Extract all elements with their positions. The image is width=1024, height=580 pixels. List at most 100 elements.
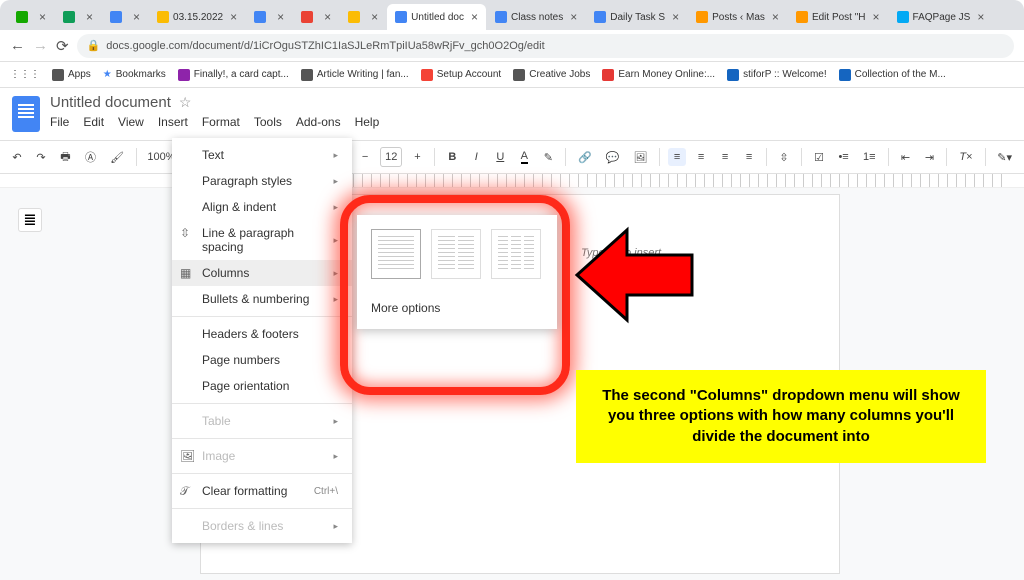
checklist-button[interactable]: ☑ xyxy=(810,148,828,167)
align-right-button[interactable]: ≡ xyxy=(716,148,734,166)
bookmark-item[interactable]: Earn Money Online:... xyxy=(602,69,715,81)
bookmark-item[interactable]: Article Writing | fan... xyxy=(301,69,409,81)
url-input[interactable]: 🔒 docs.google.com/document/d/1iCrOguSTZh… xyxy=(77,34,1014,58)
print-button[interactable]: 🖶 xyxy=(56,145,75,170)
star-icon[interactable]: ☆ xyxy=(179,94,192,111)
clear-format-button[interactable]: T× xyxy=(955,148,976,166)
font-size-dec[interactable]: − xyxy=(356,148,374,166)
line-spacing-button[interactable]: ⇳ xyxy=(775,148,793,167)
underline-button[interactable]: U xyxy=(491,148,509,166)
menu-page-orientation[interactable]: Page orientation xyxy=(172,373,352,399)
forward-button[interactable]: → xyxy=(33,37,48,54)
browser-tab[interactable]: × xyxy=(55,4,101,30)
back-button[interactable]: ← xyxy=(10,37,25,54)
bookmark-item[interactable]: Creative Jobs xyxy=(513,69,590,81)
bold-button[interactable]: B xyxy=(443,148,461,166)
browser-tab[interactable]: × xyxy=(8,4,54,30)
close-tab-icon[interactable]: × xyxy=(133,10,140,24)
menu-help[interactable]: Help xyxy=(355,115,380,129)
menu-edit[interactable]: Edit xyxy=(83,115,104,129)
increase-indent-button[interactable]: ⇥ xyxy=(920,148,938,167)
italic-button[interactable]: I xyxy=(467,148,485,166)
menu-headers-footers[interactable]: Headers & footers xyxy=(172,321,352,347)
columns-option-3[interactable] xyxy=(491,229,541,279)
insert-image-button[interactable]: 🖼 xyxy=(629,148,651,167)
menu-text[interactable]: Text▸ xyxy=(172,142,352,168)
browser-tab[interactable]: 03.15.2022× xyxy=(149,4,245,30)
apps-icon[interactable]: ⋮⋮⋮ xyxy=(10,69,40,80)
menu-align-indent[interactable]: Align & indent▸ xyxy=(172,194,352,220)
insert-link-button[interactable]: 🔗 xyxy=(574,148,596,167)
bookmark-item[interactable]: stiforP :: Welcome! xyxy=(727,69,827,81)
menu-view[interactable]: View xyxy=(118,115,144,129)
menu-clear-formatting[interactable]: 𝒯Clear formattingCtrl+\ xyxy=(172,478,352,504)
menu-paragraph-styles[interactable]: Paragraph styles▸ xyxy=(172,168,352,194)
close-tab-icon[interactable]: × xyxy=(277,10,284,24)
close-tab-icon[interactable]: × xyxy=(977,10,984,24)
menu-add-ons[interactable]: Add-ons xyxy=(296,115,341,129)
bookmark-item[interactable]: Apps xyxy=(52,69,91,81)
doc-title[interactable]: Untitled document xyxy=(50,94,171,111)
text-color-button[interactable]: A xyxy=(515,147,533,167)
comment-button[interactable]: 💬 xyxy=(602,148,624,167)
highlight-button[interactable]: ✎ xyxy=(539,148,557,167)
numbered-list-button[interactable]: 1≡ xyxy=(859,148,880,166)
bookmark-item[interactable]: Setup Account xyxy=(421,69,502,81)
close-tab-icon[interactable]: × xyxy=(570,10,577,24)
browser-tab[interactable]: Untitled doc× xyxy=(387,4,486,30)
line-spacing-icon: ⇳ xyxy=(180,226,190,240)
browser-tabs: ×××03.15.2022××××Untitled doc×Class note… xyxy=(0,0,1024,30)
browser-tab[interactable]: Posts ‹ Mas× xyxy=(688,4,787,30)
bookmark-item[interactable]: Finally!, a card capt... xyxy=(178,69,289,81)
more-options[interactable]: More options xyxy=(371,293,543,315)
editing-mode-button[interactable]: ✎▾ xyxy=(993,148,1016,167)
menu-insert[interactable]: Insert xyxy=(158,115,188,129)
font-size[interactable]: 12 xyxy=(380,147,402,167)
bookmark-item[interactable]: Collection of the M... xyxy=(839,69,946,81)
ruler[interactable] xyxy=(0,174,1024,188)
bookmark-item[interactable]: ★Bookmarks xyxy=(103,69,166,80)
decrease-indent-button[interactable]: ⇤ xyxy=(896,148,914,167)
align-justify-button[interactable]: ≡ xyxy=(740,148,758,166)
menu-image: 🖼Image▸ xyxy=(172,443,352,469)
menu-bar: File Edit View Insert Format Tools Add-ons Help xyxy=(50,115,1012,129)
spellcheck-button[interactable]: Ⓐ xyxy=(81,146,100,168)
close-tab-icon[interactable]: × xyxy=(672,10,679,24)
close-tab-icon[interactable]: × xyxy=(371,10,378,24)
menu-format[interactable]: Format xyxy=(202,115,240,129)
align-center-button[interactable]: ≡ xyxy=(692,148,710,166)
close-tab-icon[interactable]: × xyxy=(230,10,237,24)
menu-tools[interactable]: Tools xyxy=(254,115,282,129)
docs-logo-icon[interactable] xyxy=(12,96,40,132)
menu-bullets-numbering[interactable]: Bullets & numbering▸ xyxy=(172,286,352,312)
outline-button[interactable]: ≣ xyxy=(18,208,42,232)
browser-tab[interactable]: FAQPage JS× xyxy=(889,4,993,30)
docs-header: Untitled document ☆ File Edit View Insert Fo… xyxy=(0,88,1024,140)
columns-option-2[interactable] xyxy=(431,229,481,279)
paint-format-button[interactable]: 🖌 xyxy=(106,148,128,167)
bulleted-list-button[interactable]: •≡ xyxy=(834,148,853,166)
menu-page-numbers[interactable]: Page numbers xyxy=(172,347,352,373)
menu-line-spacing[interactable]: ⇳Line & paragraph spacing▸ xyxy=(172,220,352,260)
close-tab-icon[interactable]: × xyxy=(324,10,331,24)
menu-file[interactable]: File xyxy=(50,115,69,129)
menu-columns[interactable]: ▦Columns▸ xyxy=(172,260,352,286)
browser-tab[interactable]: Daily Task S× xyxy=(586,4,687,30)
browser-tab[interactable]: × xyxy=(246,4,292,30)
close-tab-icon[interactable]: × xyxy=(873,10,880,24)
close-tab-icon[interactable]: × xyxy=(471,10,478,24)
close-tab-icon[interactable]: × xyxy=(86,10,93,24)
browser-tab[interactable]: × xyxy=(340,4,386,30)
font-size-inc[interactable]: + xyxy=(408,148,426,166)
close-tab-icon[interactable]: × xyxy=(39,10,46,24)
columns-option-1[interactable] xyxy=(371,229,421,279)
reload-button[interactable]: ⟳ xyxy=(56,37,69,55)
close-tab-icon[interactable]: × xyxy=(772,10,779,24)
browser-tab[interactable]: Class notes× xyxy=(487,4,585,30)
align-left-button[interactable]: ≡ xyxy=(668,148,686,166)
browser-tab[interactable]: Edit Post "H× xyxy=(788,4,888,30)
undo-button[interactable]: ↶ xyxy=(8,148,26,167)
redo-button[interactable]: ↷ xyxy=(32,148,50,167)
browser-tab[interactable]: × xyxy=(102,4,148,30)
browser-tab[interactable]: × xyxy=(293,4,339,30)
